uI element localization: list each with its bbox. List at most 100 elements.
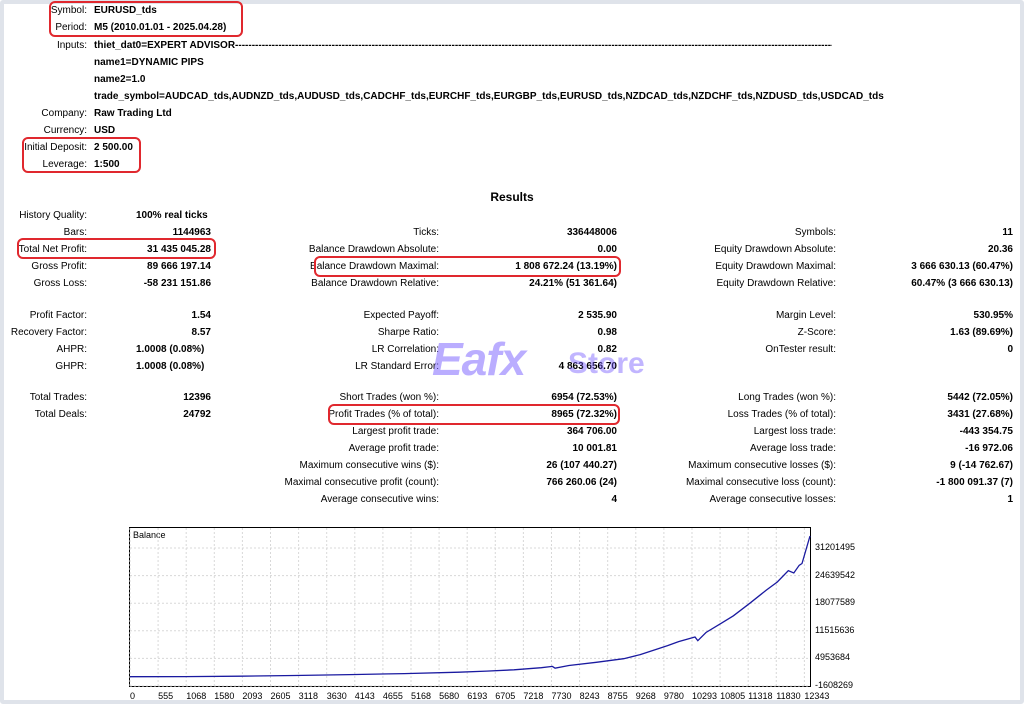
ghpr-value: 1.0008 (0.08%) bbox=[136, 361, 205, 372]
ontester-value: 0 bbox=[1007, 344, 1013, 355]
x-tick-label: 5680 bbox=[439, 691, 460, 701]
x-tick-label: 3630 bbox=[326, 691, 347, 701]
expected-payoff-label: Expected Payoff: bbox=[363, 310, 439, 321]
largest-profit-label: Largest profit trade: bbox=[352, 426, 439, 437]
avg-profit-label: Average profit trade: bbox=[348, 443, 439, 454]
y-tick-label: 24639542 bbox=[815, 569, 856, 580]
balance-dd-abs-value: 0.00 bbox=[597, 244, 617, 255]
gross-loss-label: Gross Loss: bbox=[33, 278, 87, 289]
max-cons-losses-label: Maximum consecutive losses ($): bbox=[688, 460, 836, 471]
y-tick-label: 11515636 bbox=[815, 624, 855, 635]
ahpr-value: 1.0008 (0.08%) bbox=[136, 344, 205, 355]
equity-dd-max-label: Equity Drawdown Maximal: bbox=[715, 261, 836, 272]
x-tick-label: 12343 bbox=[804, 691, 830, 701]
max-cons-loss-value: -1 800 091.37 (7) bbox=[936, 477, 1013, 488]
zscore-value: 1.63 (89.69%) bbox=[950, 327, 1013, 338]
x-tick-label: 1580 bbox=[214, 691, 235, 701]
balance-dd-abs-label: Balance Drawdown Absolute: bbox=[308, 244, 439, 255]
input-2: name1=DYNAMIC PIPS bbox=[94, 57, 204, 68]
company-label: Company: bbox=[41, 108, 87, 119]
avg-cons-losses-value: 1 bbox=[1007, 494, 1013, 505]
results-title: Results bbox=[490, 190, 534, 204]
currency-value: USD bbox=[94, 125, 116, 136]
y-tick-label: 18077589 bbox=[815, 597, 856, 608]
x-tick-label: 1068 bbox=[186, 691, 207, 701]
bars-value: 1144963 bbox=[172, 227, 211, 238]
balance-dd-rel-label: Balance Drawdown Relative: bbox=[311, 278, 439, 289]
y-tick-label: 4953684 bbox=[815, 652, 851, 663]
input-4: trade_symbol=AUDCAD_tds,AUDNZD_tds,AUDUS… bbox=[94, 91, 884, 102]
sharpe-label: Sharpe Ratio: bbox=[377, 327, 439, 338]
inputs-label: Inputs: bbox=[56, 40, 87, 51]
company-value: Raw Trading Ltd bbox=[94, 108, 172, 119]
highlight-profit-trades bbox=[328, 404, 620, 425]
largest-loss-value: -443 354.75 bbox=[959, 426, 1013, 437]
x-tick-label: 7218 bbox=[523, 691, 544, 701]
x-tick-label: 7730 bbox=[551, 691, 572, 701]
total-trades-value: 12396 bbox=[183, 392, 211, 403]
avg-loss-value: -16 972.06 bbox=[965, 443, 1013, 454]
watermark-logo: Eafx bbox=[432, 333, 526, 385]
lr-std-error-label: LR Standard Error: bbox=[355, 361, 439, 372]
total-deals-value: 24792 bbox=[183, 409, 211, 420]
gross-profit-value: 89 666 197.14 bbox=[147, 261, 211, 272]
expected-payoff-value: 2 535.90 bbox=[578, 310, 617, 321]
equity-dd-rel-value: 60.47% (3 666 630.13) bbox=[911, 278, 1013, 289]
symbols-value: 11 bbox=[1002, 227, 1013, 238]
chart-title: Balance bbox=[133, 530, 166, 540]
equity-dd-rel-label: Equity Drawdown Relative: bbox=[716, 278, 837, 289]
x-tick-label: 0 bbox=[130, 691, 136, 701]
x-tick-label: 3118 bbox=[298, 691, 318, 701]
x-tick-label: 2605 bbox=[270, 691, 291, 701]
profit-factor-value: 1.54 bbox=[191, 310, 211, 321]
total-trades-label: Total Trades: bbox=[29, 392, 87, 403]
avg-loss-label: Average loss trade: bbox=[750, 443, 836, 454]
lr-correlation-label: LR Correlation: bbox=[371, 344, 439, 355]
max-cons-profit-value: 766 260.06 (24) bbox=[546, 477, 617, 488]
highlight-symbol-period bbox=[49, 1, 243, 37]
equity-dd-max-value: 3 666 630.13 (60.47%) bbox=[911, 261, 1013, 272]
x-tick-label: 6705 bbox=[495, 691, 516, 701]
short-trades-label: Short Trades (won %): bbox=[339, 392, 439, 403]
ghpr-label: GHPR: bbox=[55, 361, 87, 372]
input-1: thiet_dat0=EXPERT ADVISOR---------------… bbox=[94, 40, 832, 51]
max-cons-wins-value: 26 (107 440.27) bbox=[546, 460, 617, 471]
x-tick-label: 4655 bbox=[382, 691, 403, 701]
long-trades-label: Long Trades (won %): bbox=[738, 392, 836, 403]
x-tick-label: 6193 bbox=[467, 691, 488, 701]
highlight-balance-dd-max bbox=[314, 256, 621, 277]
x-tick-label: 10805 bbox=[720, 691, 746, 701]
loss-trades-value: 3431 (27.68%) bbox=[947, 409, 1013, 420]
currency-label: Currency: bbox=[43, 125, 87, 136]
margin-level-label: Margin Level: bbox=[775, 310, 836, 321]
margin-level-value: 530.95% bbox=[973, 310, 1013, 321]
max-cons-wins-label: Maximum consecutive wins ($): bbox=[299, 460, 439, 471]
ahpr-label: AHPR: bbox=[56, 344, 87, 355]
x-tick-label: 8755 bbox=[607, 691, 628, 701]
zscore-label: Z-Score: bbox=[797, 327, 836, 338]
avg-cons-wins-value: 4 bbox=[611, 494, 617, 505]
x-tick-label: 9268 bbox=[635, 691, 656, 701]
max-cons-losses-value: 9 (-14 762.67) bbox=[950, 460, 1013, 471]
ticks-value: 336448006 bbox=[566, 227, 617, 238]
balance-dd-rel-value: 24.21% (51 361.64) bbox=[529, 278, 617, 289]
x-tick-label: 8243 bbox=[579, 691, 600, 701]
symbols-label: Symbols: bbox=[794, 227, 836, 238]
max-cons-loss-label: Maximal consecutive loss (count): bbox=[685, 477, 836, 488]
largest-profit-value: 364 706.00 bbox=[566, 426, 617, 437]
highlight-net-profit bbox=[17, 238, 216, 259]
recovery-factor-label: Recovery Factor: bbox=[10, 327, 87, 338]
x-tick-label: 555 bbox=[158, 691, 174, 701]
recovery-factor-value: 8.57 bbox=[191, 327, 211, 338]
x-tick-label: 2093 bbox=[242, 691, 263, 701]
equity-dd-abs-label: Equity Drawdown Absolute: bbox=[714, 244, 836, 255]
sharpe-value: 0.98 bbox=[597, 327, 617, 338]
max-cons-profit-label: Maximal consecutive profit (count): bbox=[284, 477, 439, 488]
x-tick-label: 11318 bbox=[748, 691, 773, 701]
profit-factor-label: Profit Factor: bbox=[29, 310, 87, 321]
history-quality-label: History Quality: bbox=[19, 210, 87, 221]
y-tick-label: -1608269 bbox=[815, 680, 854, 690]
watermark-logo-suffix: Store bbox=[568, 347, 645, 380]
ontester-label: OnTester result: bbox=[765, 344, 836, 355]
long-trades-value: 5442 (72.05%) bbox=[947, 392, 1013, 403]
